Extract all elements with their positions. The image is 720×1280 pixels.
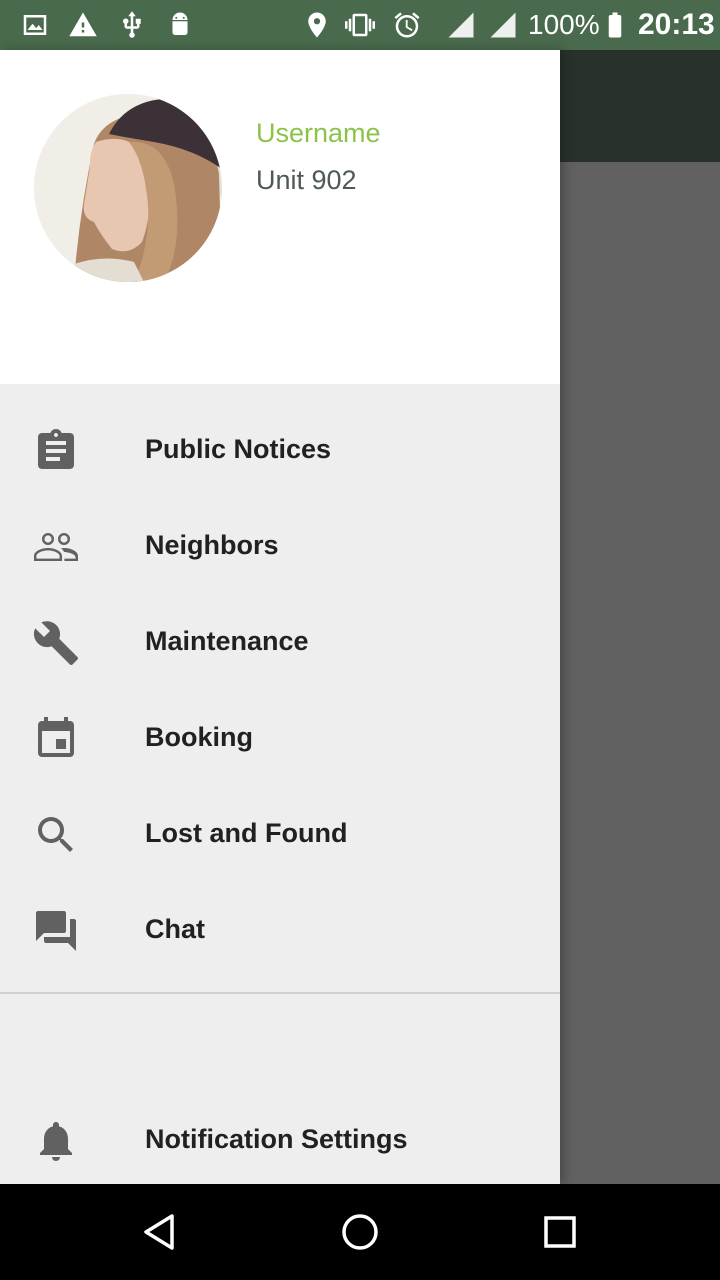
clipboard-icon: [32, 427, 80, 475]
menu-item-maintenance[interactable]: Maintenance: [0, 593, 560, 689]
clock: 20:13: [638, 8, 715, 41]
warning-icon: [66, 8, 100, 42]
menu-item-public-notices[interactable]: Public Notices: [0, 401, 560, 497]
avatar[interactable]: [34, 94, 222, 282]
usb-icon: [115, 8, 149, 42]
image-icon: [18, 8, 52, 42]
battery-icon: [598, 8, 632, 42]
vibrate-icon: [343, 8, 377, 42]
signal-g-icon: [486, 8, 520, 42]
home-icon[interactable]: [336, 1208, 384, 1256]
menu-label: Booking: [145, 722, 253, 752]
menu-label: Lost and Found: [145, 818, 348, 848]
divider: [0, 992, 560, 994]
menu-label: Notification Settings: [145, 1124, 408, 1154]
location-icon: [300, 8, 334, 42]
drawer-header: Username Unit 902: [0, 50, 560, 384]
people-icon: [32, 523, 80, 571]
wrench-icon: [32, 619, 80, 667]
navigation-drawer: Username Unit 902 Public Notices Neighbo…: [0, 50, 560, 1184]
username: Username: [256, 118, 381, 148]
unit-number: Unit 902: [256, 165, 357, 195]
navigation-bar: [0, 1184, 720, 1280]
menu-label: Neighbors: [145, 530, 279, 560]
menu-item-neighbors[interactable]: Neighbors: [0, 497, 560, 593]
alarm-icon: [390, 8, 424, 42]
signal-hplus-icon: [444, 8, 478, 42]
calendar-icon: [32, 715, 80, 763]
back-icon[interactable]: [136, 1208, 184, 1256]
menu-item-lost-and-found[interactable]: Lost and Found: [0, 785, 560, 881]
menu-item-chat[interactable]: Chat: [0, 881, 560, 977]
menu-item-booking[interactable]: Booking: [0, 689, 560, 785]
menu-label: Maintenance: [145, 626, 309, 656]
menu-item-notification-settings[interactable]: Notification Settings: [0, 1091, 560, 1187]
menu-label: Chat: [145, 914, 205, 944]
android-icon: [163, 8, 197, 42]
search-icon: [32, 811, 80, 859]
recents-icon[interactable]: [536, 1208, 584, 1256]
battery-percent: 100%: [528, 9, 600, 40]
menu-label: Public Notices: [145, 434, 332, 464]
bell-icon: [32, 1117, 80, 1165]
chat-icon: [32, 907, 80, 955]
status-bar: 100% 20:13: [0, 0, 720, 50]
